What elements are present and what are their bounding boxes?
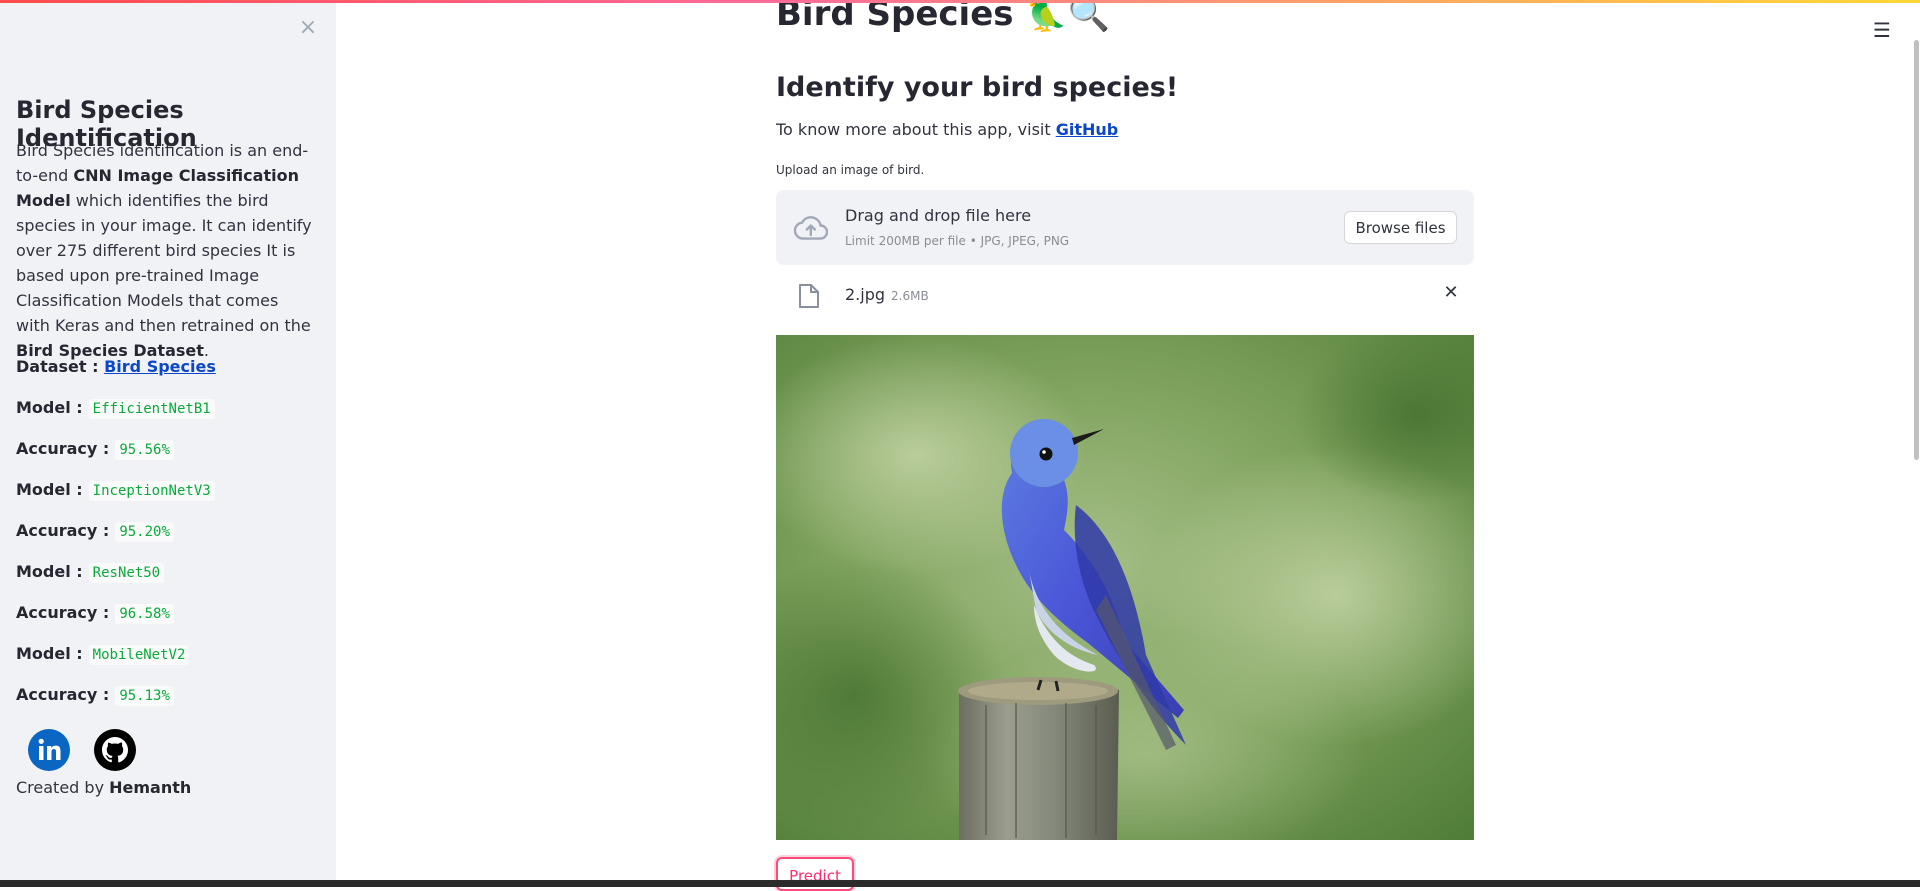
scrollbar-thumb[interactable] (1914, 40, 1919, 460)
accuracy-value: 95.13% (115, 686, 174, 706)
close-sidebar-icon[interactable]: × (296, 16, 320, 40)
model-name: MobileNetV2 (88, 645, 190, 665)
browse-files-button[interactable]: Browse files (1344, 211, 1457, 244)
model-line-1: Model : EfficientNetB1 (16, 398, 215, 419)
accuracy-label: Accuracy : (16, 685, 110, 704)
dataset-link[interactable]: Bird Species (104, 357, 216, 376)
uploaded-file-row: 2.jpg 2.6MB ✕ (776, 276, 1474, 316)
accuracy-label: Accuracy : (16, 603, 110, 622)
dropzone-limit: Limit 200MB per file • JPG, JPEG, PNG (845, 234, 1070, 248)
github-icon[interactable] (94, 729, 136, 771)
github-link[interactable]: GitHub (1056, 120, 1119, 139)
accuracy-line-2: Accuracy : 95.20% (16, 521, 174, 542)
created-by: Created by Hemanth (16, 778, 191, 797)
accuracy-line-4: Accuracy : 95.13% (16, 685, 174, 706)
model-line-4: Model : MobileNetV2 (16, 644, 190, 665)
dataset-line: Dataset : Bird Species (16, 357, 216, 376)
accuracy-line-3: Accuracy : 96.58% (16, 603, 174, 624)
bottom-system-bar (0, 880, 1920, 887)
accuracy-line-1: Accuracy : 95.56% (16, 439, 174, 460)
file-dropzone[interactable]: Drag and drop file here Limit 200MB per … (776, 190, 1474, 265)
file-icon (799, 284, 819, 308)
uploaded-bird-image (776, 335, 1474, 840)
created-prefix: Created by (16, 778, 110, 797)
page-subheading: Identify your bird species! (776, 72, 1179, 103)
model-label: Model : (16, 480, 83, 499)
top-decoration-bar (0, 0, 1920, 3)
model-label: Model : (16, 562, 83, 581)
model-name: ResNet50 (88, 563, 165, 583)
linkedin-icon[interactable] (28, 729, 70, 771)
author-name: Hemanth (109, 778, 192, 797)
info-line: To know more about this app, visit GitHu… (776, 120, 1118, 139)
cloud-upload-icon (793, 216, 828, 240)
model-line-2: Model : InceptionNetV3 (16, 480, 215, 501)
dropzone-title: Drag and drop file here (845, 206, 1032, 225)
model-name: InceptionNetV3 (88, 481, 215, 501)
file-size: 2.6MB (891, 289, 929, 303)
sidebar-description: Bird Species identification is an end-to… (16, 138, 316, 363)
remove-file-icon[interactable]: ✕ (1440, 282, 1462, 304)
dataset-label: Dataset : (16, 357, 99, 376)
model-line-3: Model : ResNet50 (16, 562, 165, 583)
page-title: Bird Species 🦜🔍 (776, 0, 1111, 34)
model-label: Model : (16, 644, 83, 663)
accuracy-value: 95.20% (115, 522, 174, 542)
file-name-text: 2.jpg (845, 285, 886, 304)
accuracy-label: Accuracy : (16, 439, 110, 458)
model-name: EfficientNetB1 (88, 399, 215, 419)
accuracy-value: 95.56% (115, 440, 174, 460)
accuracy-label: Accuracy : (16, 521, 110, 540)
sidebar: × Bird Species Identification Bird Speci… (0, 0, 336, 887)
accuracy-value: 96.58% (115, 604, 174, 624)
description-text: which identifies the bird species in you… (16, 191, 312, 335)
model-label: Model : (16, 398, 83, 417)
info-text: To know more about this app, visit (776, 120, 1056, 139)
hamburger-menu-icon[interactable]: ☰ (1870, 20, 1894, 40)
upload-label: Upload an image of bird. (776, 163, 925, 177)
file-name: 2.jpg 2.6MB (845, 285, 929, 304)
